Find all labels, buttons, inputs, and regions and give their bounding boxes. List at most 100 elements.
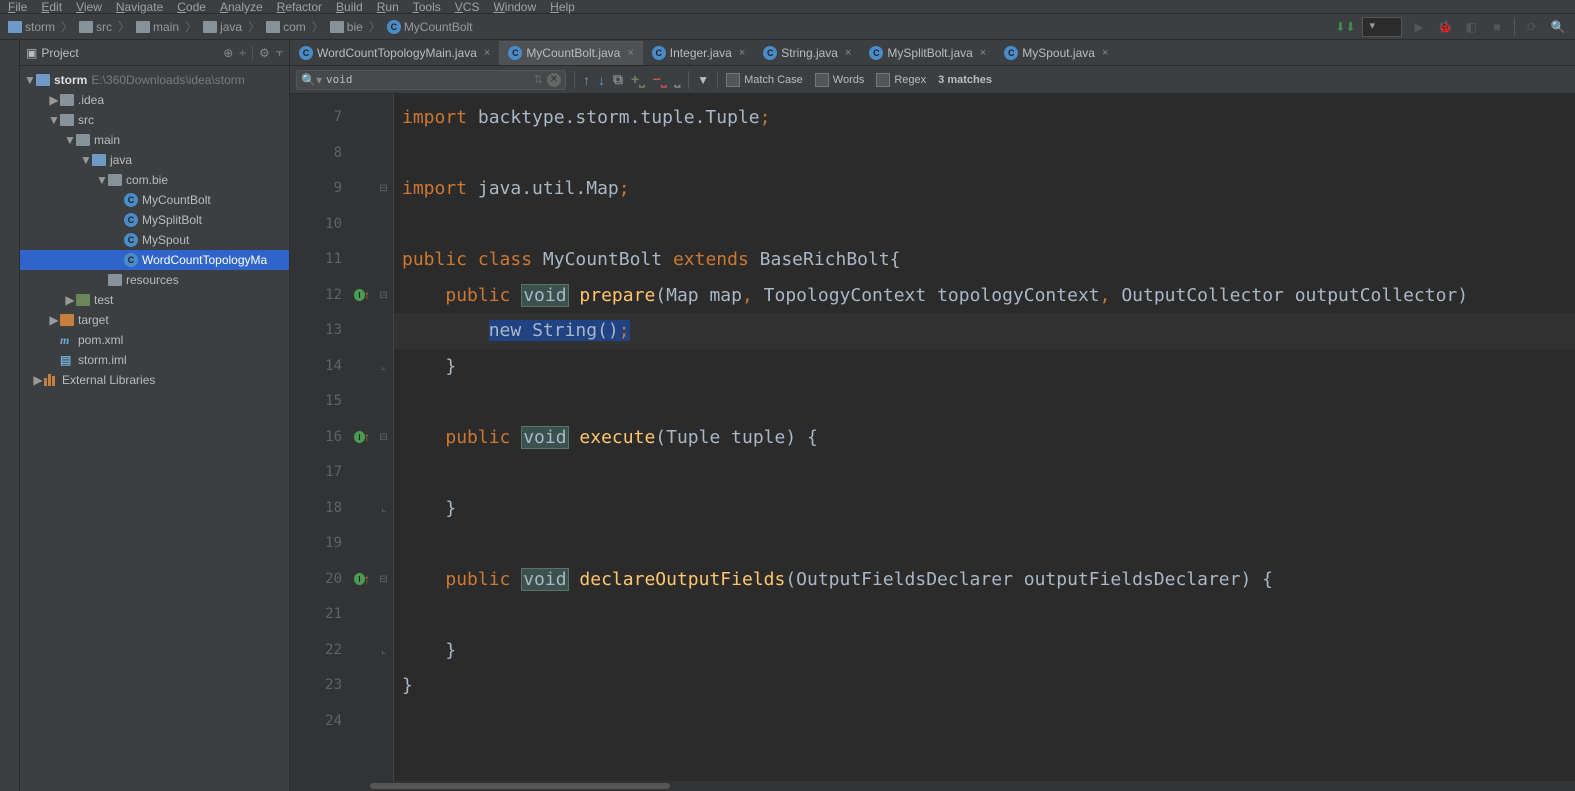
search-icon: 🔍▾ — [301, 73, 322, 87]
tree-node[interactable]: ▶test — [20, 290, 289, 310]
close-icon[interactable]: × — [980, 47, 986, 59]
tree-node[interactable]: ▶target — [20, 310, 289, 330]
run-configuration-select[interactable]: ▾ — [1362, 17, 1402, 37]
editor-tab[interactable]: CWordCountTopologyMain.java× — [290, 41, 499, 65]
next-match-icon[interactable]: ↓ — [598, 72, 605, 88]
clear-icon[interactable]: ✕ — [547, 73, 561, 87]
collapse-all-icon[interactable]: ÷ — [239, 46, 246, 60]
fold-icon[interactable]: ⊟ — [379, 432, 387, 443]
breadcrumb[interactable]: storm〉src〉main〉java〉com〉bie〉CMyCountBolt — [8, 18, 473, 35]
build-icon[interactable]: ⬇⬇ — [1336, 18, 1354, 36]
project-tree[interactable]: ▼storm E:\360Downloads\idea\storm▶.idea▼… — [20, 66, 289, 791]
tree-node[interactable]: ▤storm.iml — [20, 350, 289, 370]
class-icon: C — [869, 46, 883, 60]
remove-selection-icon[interactable]: −⎵ — [653, 71, 667, 88]
prev-match-icon[interactable]: ↑ — [583, 72, 590, 88]
scroll-from-source-icon[interactable]: ⊕ — [223, 46, 233, 60]
breadcrumb-item[interactable]: com — [266, 20, 306, 34]
fold-icon[interactable]: ⊟ — [379, 574, 387, 585]
override-icon[interactable]: I↑ — [354, 429, 370, 445]
breadcrumb-item[interactable]: CMyCountBolt — [387, 20, 473, 34]
fold-gutter[interactable]: ⊟ ⊟ ⌞ ⊟ ⌞ ⊟ ⌞ — [374, 94, 394, 781]
tree-node[interactable]: ▼com.bie — [20, 170, 289, 190]
fold-end-icon[interactable]: ⌞ — [381, 645, 386, 656]
multiselect-icon[interactable]: ⎵ — [675, 71, 681, 88]
close-icon[interactable]: × — [627, 47, 633, 59]
menubar: File Edit View Navigate Code Analyze Refactor B… — [0, 0, 1575, 14]
match-count: 3 matches — [938, 74, 992, 86]
line-number-gutter[interactable]: 789101112131415161718192021222324 — [290, 94, 350, 781]
menu-vcs[interactable]: VCS — [455, 0, 480, 14]
editor-tab[interactable]: CMyCountBolt.java× — [499, 41, 642, 65]
find-input[interactable] — [326, 73, 530, 86]
close-icon[interactable]: × — [845, 47, 851, 59]
stop-icon[interactable]: ■ — [1488, 18, 1506, 36]
horizontal-scrollbar[interactable] — [290, 781, 1575, 791]
menu-file[interactable]: File — [8, 0, 27, 14]
tree-node[interactable]: CMySpout — [20, 230, 289, 250]
editor-tab[interactable]: CMySpout.java× — [995, 41, 1117, 65]
close-icon[interactable]: × — [739, 47, 745, 59]
editor-tab[interactable]: CString.java× — [754, 41, 860, 65]
breadcrumb-item[interactable]: storm — [8, 20, 55, 34]
words-checkbox[interactable]: Words — [815, 73, 865, 87]
breadcrumb-item[interactable]: src — [79, 20, 112, 34]
menu-analyze[interactable]: Analyze — [220, 0, 263, 14]
menu-window[interactable]: Window — [493, 0, 536, 14]
tree-node[interactable]: ▶.idea — [20, 90, 289, 110]
tree-node[interactable]: CMyCountBolt — [20, 190, 289, 210]
override-icon[interactable]: I↑ — [354, 287, 370, 303]
fold-end-icon[interactable]: ⌞ — [381, 361, 386, 372]
breadcrumb-item[interactable]: java — [203, 20, 242, 34]
match-case-checkbox[interactable]: Match Case — [726, 73, 803, 87]
fold-icon[interactable]: ⊟ — [379, 183, 387, 194]
breadcrumb-item[interactable]: bie — [330, 20, 363, 34]
menu-run[interactable]: Run — [377, 0, 399, 14]
menu-edit[interactable]: Edit — [41, 0, 62, 14]
tree-node[interactable]: ▼src — [20, 110, 289, 130]
menu-build[interactable]: Build — [336, 0, 363, 14]
tree-node[interactable]: resources — [20, 270, 289, 290]
marker-gutter[interactable]: I↑ I↑ I↑ — [350, 94, 374, 781]
run-toolbar: ⬇⬇ ▾ ▶ 🐞 ◧ ■ ⟳ 🔍 — [1336, 17, 1567, 37]
close-icon[interactable]: × — [484, 47, 490, 59]
regex-checkbox[interactable]: Regex — [876, 73, 926, 87]
filter-icon[interactable]: ▼ — [697, 73, 709, 87]
vcs-icon[interactable]: ⟳ — [1523, 18, 1541, 36]
override-icon[interactable]: I↑ — [354, 571, 370, 587]
editor-tab[interactable]: CMySplitBolt.java× — [860, 41, 995, 65]
run-icon[interactable]: ▶ — [1410, 18, 1428, 36]
tree-node[interactable]: ▼main — [20, 130, 289, 150]
menu-view[interactable]: View — [76, 0, 102, 14]
tool-window-strip[interactable] — [0, 40, 20, 791]
debug-icon[interactable]: 🐞 — [1436, 18, 1454, 36]
fold-end-icon[interactable]: ⌞ — [381, 503, 386, 514]
select-all-icon[interactable]: ⧉ — [613, 71, 623, 88]
close-icon[interactable]: × — [1102, 47, 1108, 59]
menu-refactor[interactable]: Refactor — [277, 0, 322, 14]
class-icon: C — [652, 46, 666, 60]
add-selection-icon[interactable]: +⎵ — [631, 71, 645, 88]
history-icon[interactable]: ⇅ — [534, 73, 543, 86]
project-window-title: Project — [41, 46, 78, 60]
breadcrumb-item[interactable]: main — [136, 20, 179, 34]
tree-root[interactable]: ▼storm E:\360Downloads\idea\storm — [20, 70, 289, 90]
tree-node[interactable]: ▶External Libraries — [20, 370, 289, 390]
editor-tab[interactable]: CInteger.java× — [643, 41, 754, 65]
tree-node[interactable]: CWordCountTopologyMa — [20, 250, 289, 270]
hide-icon[interactable]: ⫟ — [276, 45, 283, 60]
menu-code[interactable]: Code — [177, 0, 206, 14]
tree-node[interactable]: ▼java — [20, 150, 289, 170]
tree-node[interactable]: mpom.xml — [20, 330, 289, 350]
search-everywhere-icon[interactable]: 🔍 — [1549, 18, 1567, 36]
menu-navigate[interactable]: Navigate — [116, 0, 163, 14]
class-icon: C — [1004, 46, 1018, 60]
menu-tools[interactable]: Tools — [413, 0, 441, 14]
class-icon: C — [763, 46, 777, 60]
menu-help[interactable]: Help — [550, 0, 575, 14]
coverage-icon[interactable]: ◧ — [1462, 18, 1480, 36]
fold-icon[interactable]: ⊟ — [379, 290, 387, 301]
tree-node[interactable]: CMySplitBolt — [20, 210, 289, 230]
code-editor[interactable]: import backtype.storm.tuple.Tuple;import… — [394, 94, 1575, 781]
settings-icon[interactable]: ⚙ — [259, 46, 270, 60]
